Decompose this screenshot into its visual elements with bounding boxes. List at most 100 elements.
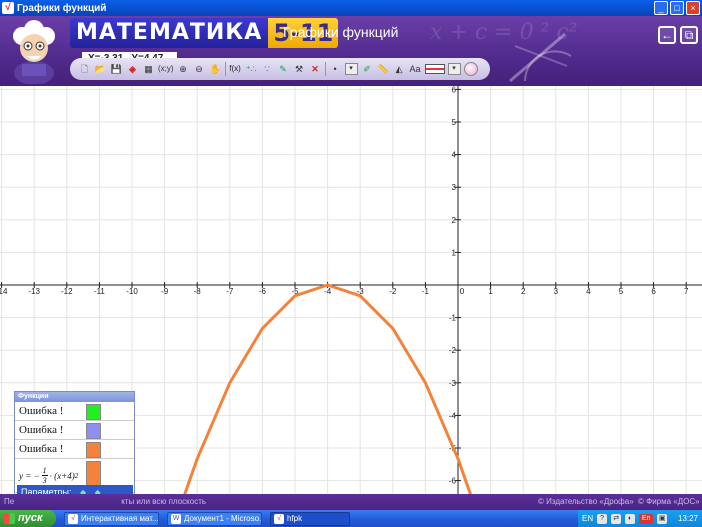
formula-lead: y = −	[19, 470, 40, 481]
copyright-company: © Фирма «ДОС»	[638, 497, 700, 506]
x-tick-label: -6	[259, 287, 267, 296]
y-tick-label: 4	[452, 151, 457, 160]
status-hint: Пе кты или всю плоскость	[4, 494, 206, 510]
app-header: x + c = 0 ² c² МАТЕМАТИКА 5-11 X=-3,31 Y…	[0, 16, 702, 86]
function-label: Ошибка !	[19, 443, 64, 455]
y-tick-label: -4	[449, 411, 457, 420]
x-tick-label: 0	[460, 287, 465, 296]
function-row[interactable]: Ошибка !	[15, 402, 134, 421]
pencil-icon[interactable]: ✎	[277, 61, 290, 77]
brush-icon[interactable]: ✐	[361, 61, 374, 77]
taskbar-item-label: Документ1 - Microso...	[184, 513, 262, 523]
ruler-icon[interactable]: 📏	[377, 61, 390, 77]
minimize-button[interactable]: _	[654, 1, 668, 15]
delete-icon[interactable]: ✕	[309, 61, 322, 77]
x-tick-label: 6	[651, 287, 656, 296]
points-icon[interactable]: ⁺∴	[245, 61, 258, 77]
help-icon[interactable]: ?	[597, 513, 608, 524]
fx-icon[interactable]: f(x)	[229, 61, 242, 77]
close-button[interactable]: ×	[686, 1, 700, 15]
back-button[interactable]: ←	[658, 26, 676, 44]
hand-icon[interactable]: ✋	[209, 61, 222, 77]
windows-logo-icon	[4, 513, 15, 524]
x-tick-label: -4	[324, 287, 332, 296]
formula-denominator: 3	[42, 476, 47, 485]
taskbar-item-label: Интерактивная мат...	[81, 513, 159, 523]
status-hint-suffix: кты или всю плоскость	[121, 497, 207, 506]
language-indicator[interactable]: EN	[582, 514, 593, 523]
logo-text: МАТЕМАТИКА	[70, 18, 269, 48]
y-tick-label: -3	[449, 379, 457, 388]
function-color-swatch[interactable]	[86, 442, 101, 458]
window-title: Графики функций	[17, 2, 107, 14]
function-row[interactable]: Ошибка !	[15, 421, 134, 440]
dots-icon[interactable]: ∵	[261, 61, 274, 77]
functions-panel-title: Функции	[15, 392, 134, 402]
palette-icon[interactable]	[463, 62, 478, 76]
app-icon: √	[274, 513, 284, 524]
zoom-in-icon[interactable]: ⊕	[177, 61, 190, 77]
start-button[interactable]: пуск	[0, 510, 56, 527]
speaker-icon[interactable]: ◐	[625, 513, 636, 524]
y-tick-label: -1	[449, 314, 457, 323]
maximize-button[interactable]: □	[670, 1, 684, 15]
point-style-icon[interactable]: •	[329, 61, 342, 77]
professor-mascot-icon	[13, 20, 55, 84]
x-tick-label: 7	[684, 287, 689, 296]
status-hint-prefix: Пе	[4, 497, 15, 506]
taskbar-item-active[interactable]: √ hfpk	[270, 511, 350, 526]
status-bar: Пе кты или всю плоскость © Издательство «…	[0, 494, 702, 510]
color-icon[interactable]	[424, 64, 445, 74]
x-tick-label: -11	[94, 287, 106, 296]
function-color-swatch[interactable]	[86, 423, 101, 439]
eraser-icon[interactable]: ◈	[126, 61, 139, 77]
window-controls: _ □ ×	[654, 1, 700, 15]
x-tick-label: -2	[389, 287, 397, 296]
grid-icon[interactable]: ▦	[142, 61, 155, 77]
tool-icon[interactable]: ⚒	[293, 61, 306, 77]
app-icon: √	[2, 2, 14, 14]
x-tick-label: -14	[0, 287, 8, 296]
x-tick-label: 4	[586, 287, 591, 296]
xy-icon[interactable]: (x;y)	[158, 61, 174, 77]
x-tick-label: -7	[226, 287, 234, 296]
app-icon: √	[68, 513, 78, 524]
function-color-swatch[interactable]	[86, 404, 101, 420]
app-title: Графики функций	[283, 24, 399, 40]
y-tick-label: -2	[449, 346, 457, 355]
taskbar-item-label: hfpk	[287, 513, 303, 523]
language-badge[interactable]: En	[639, 513, 654, 524]
y-tick-label: 6	[452, 86, 457, 94]
toolbar-separator	[324, 62, 326, 76]
x-tick-label: -9	[161, 287, 169, 296]
window-mode-button[interactable]: ⧉	[680, 26, 698, 44]
formula-rest: · (x+4)	[49, 470, 75, 481]
save-icon[interactable]: 💾	[110, 61, 123, 77]
y-tick-label: 2	[452, 216, 457, 225]
zoom-out-icon[interactable]: ⊖	[193, 61, 206, 77]
network-icon[interactable]: ⇄	[611, 513, 622, 524]
function-label: Ошибка !	[19, 424, 64, 436]
function-label: Ошибка !	[19, 405, 64, 417]
header-nav: ← ⧉	[658, 26, 698, 44]
windows-taskbar: пуск √ Интерактивная мат... W Документ1 …	[0, 510, 702, 527]
clock: 13:27	[677, 514, 698, 523]
taskbar-item[interactable]: W Документ1 - Microso...	[167, 511, 262, 526]
color-dropdown[interactable]: ▾	[447, 63, 461, 75]
drawing-toolbar: 🗋 📂 💾 ◈ ▦ (x;y) ⊕ ⊖ ✋ f(x) ⁺∴ ∵ ✎ ⚒ ✕ • …	[70, 58, 490, 80]
protractor-decoration	[509, 32, 572, 83]
open-icon[interactable]: 📂	[94, 61, 107, 77]
text-icon[interactable]: Aa	[409, 61, 422, 77]
y-tick-label: 5	[452, 118, 457, 127]
tray-app-icon[interactable]: ▣	[657, 513, 668, 524]
new-icon[interactable]: 🗋	[78, 61, 91, 77]
taskbar-item[interactable]: √ Интерактивная мат...	[64, 511, 159, 526]
y-tick-label: 1	[452, 248, 457, 257]
formula-fraction: 1 3	[41, 466, 48, 485]
function-row[interactable]: Ошибка !	[15, 440, 134, 459]
x-tick-label: 3	[554, 287, 559, 296]
copyright-publisher: © Издательство «Дрофа»	[538, 497, 634, 506]
y-tick-label: -6	[449, 477, 457, 486]
triangle-icon[interactable]: ◭	[393, 61, 406, 77]
point-style-dropdown[interactable]: ▾	[344, 63, 358, 75]
